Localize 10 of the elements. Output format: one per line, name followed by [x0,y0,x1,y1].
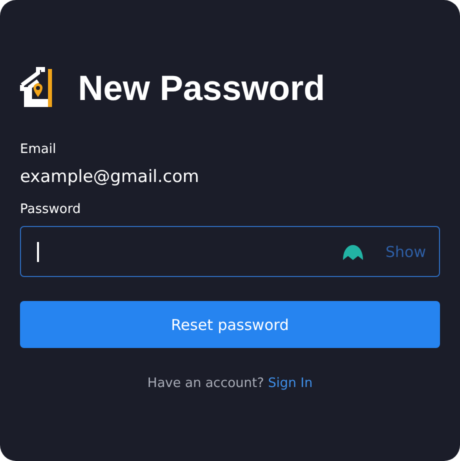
email-label: Email [20,142,58,157]
extension-icon[interactable] [342,244,364,260]
account-prompt: Have an account? [147,376,264,391]
show-button[interactable]: Show [386,242,426,260]
password-field[interactable]: Show [20,226,440,277]
sign-in-link[interactable]: Sign In [268,376,313,391]
password-label: Password [20,202,82,217]
page-title: New Password [78,69,326,109]
reset-password-button[interactable]: Reset password [20,301,440,348]
email-value: example@gmail.com [20,167,200,187]
